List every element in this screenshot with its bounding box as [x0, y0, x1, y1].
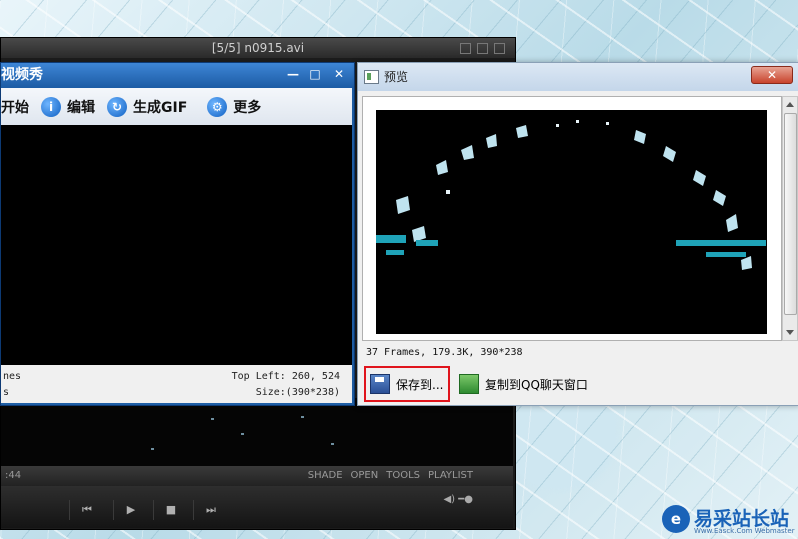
player-minimize-button[interactable]: [460, 43, 471, 54]
watermark-subtext: Www.Easck.Com Webmaster: [694, 527, 795, 535]
open-button[interactable]: OPEN: [351, 470, 379, 481]
top-left-readout: Top Left: 260, 524: [231, 371, 340, 382]
playlist-button[interactable]: PLAYLIST: [428, 470, 473, 481]
app-maximize-button[interactable]: □: [306, 66, 324, 82]
watermark-text: 易采站长站: [694, 508, 790, 530]
gif-preview-canvas: [376, 110, 767, 334]
refresh-icon: ↻: [107, 96, 127, 117]
gif-preview-frame: [376, 120, 766, 270]
scroll-down-icon[interactable]: [786, 330, 794, 335]
app-status-area: nes s Top Left: 260, 524 Size:(390*238): [1, 365, 352, 403]
player-status-bar: :44 SHADE OPEN TOOLS PLAYLIST: [1, 466, 513, 486]
shade-button[interactable]: SHADE: [308, 470, 343, 481]
video-show-window[interactable]: 视频秀 — □ ✕ 开始 i 编辑 ↻ 生成GIF ⚙ 更多 nes s Top…: [0, 62, 355, 406]
player-video-area: [1, 398, 513, 466]
toolbar-more-label: 更多: [233, 99, 262, 116]
toolbar-edit-button[interactable]: i 编辑: [41, 96, 95, 117]
toolbar-more-button[interactable]: ⚙ 更多: [207, 96, 262, 117]
player-maximize-button[interactable]: [477, 43, 488, 54]
gif-info-text: 37 Frames, 179.3K, 390*238: [366, 347, 523, 358]
dialog-close-button[interactable]: ✕: [751, 66, 793, 84]
app-title: 视频秀: [1, 67, 43, 83]
play-icon[interactable]: ▶: [113, 500, 148, 520]
toolbar-gif-button[interactable]: ↻ 生成GIF: [107, 96, 188, 117]
frames-label-fragment: nes: [3, 371, 22, 382]
toolbar-start-button[interactable]: 开始: [1, 97, 29, 117]
copy-to-qq-label: 复制到QQ聊天窗口: [485, 377, 588, 392]
scroll-up-icon[interactable]: [786, 102, 794, 107]
player-title: [5/5] n0915.avi: [211, 41, 305, 55]
next-icon[interactable]: ⏭: [193, 500, 228, 520]
previous-icon[interactable]: ⏮: [69, 500, 104, 520]
app-minimize-button[interactable]: —: [284, 66, 302, 82]
floppy-disk-icon: [370, 374, 390, 394]
preview-dialog[interactable]: 预览 ✕ 37 Frames, 179.3K, 390*238 保存到... 复…: [357, 62, 798, 406]
save-to-label: 保存到...: [396, 377, 444, 392]
app-video-preview: [1, 125, 352, 365]
gear-icon: ⚙: [207, 96, 228, 117]
toolbar-start-label: 开始: [1, 99, 29, 116]
dialog-titlebar[interactable]: 预览 ✕: [358, 63, 798, 91]
player-time: :44: [5, 470, 22, 481]
copy-to-qq-button[interactable]: 复制到QQ聊天窗口: [459, 373, 588, 395]
info-icon: i: [41, 96, 61, 117]
copy-icon: [459, 374, 479, 394]
dialog-title: 预览: [384, 70, 409, 84]
tools-button[interactable]: TOOLS: [386, 470, 420, 481]
site-watermark: e 易采站长站 Www.Easck.Com Webmaster: [662, 505, 795, 535]
app-titlebar[interactable]: 视频秀 — □ ✕: [1, 63, 354, 88]
watermark-logo-icon: e: [662, 505, 690, 533]
scrollbar-thumb[interactable]: [784, 113, 797, 315]
time-label-fragment: s: [3, 387, 10, 398]
toolbar-edit-label: 编辑: [67, 99, 95, 116]
player-titlebar[interactable]: [5/5] n0915.avi: [1, 38, 515, 58]
player-close-button[interactable]: [494, 43, 505, 54]
window-app-icon: [364, 70, 379, 84]
player-controls: ⏮ ▶ ■ ⏭ ◀) ━●: [1, 486, 513, 528]
toolbar-gif-label: 生成GIF: [133, 99, 188, 116]
app-toolbar: 开始 i 编辑 ↻ 生成GIF ⚙ 更多: [1, 88, 352, 125]
preview-content-panel: [362, 96, 782, 341]
preview-scrollbar[interactable]: [782, 96, 798, 341]
save-to-button[interactable]: 保存到...: [364, 366, 450, 402]
volume-slider[interactable]: ◀) ━●: [443, 494, 473, 505]
size-readout: Size:(390*238): [255, 387, 340, 398]
stop-icon[interactable]: ■: [153, 500, 188, 520]
app-close-button[interactable]: ✕: [330, 66, 348, 82]
